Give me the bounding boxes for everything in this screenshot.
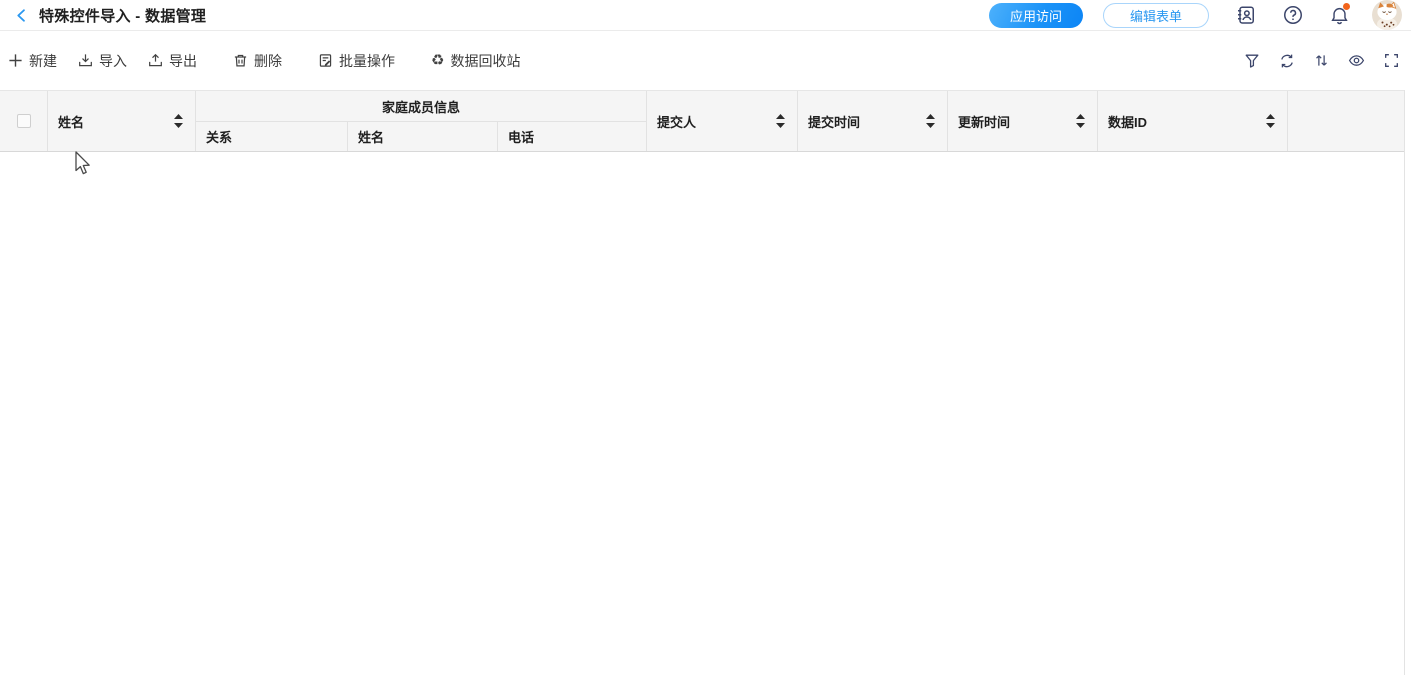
- page-title: 特殊控件导入 - 数据管理: [39, 5, 206, 26]
- export-button[interactable]: 导出: [148, 51, 197, 71]
- sort-toggle-icon[interactable]: [1266, 114, 1275, 128]
- table-tools: [1243, 52, 1401, 69]
- filter-funnel-icon[interactable]: [1243, 52, 1260, 69]
- sort-toggle-icon[interactable]: [926, 114, 935, 128]
- recycle-icon: ♻: [431, 53, 444, 68]
- titlebar-actions: 应用访问 编辑表单: [989, 0, 1402, 30]
- sort-toggle-icon[interactable]: [1076, 114, 1085, 128]
- scrollbar-gutter-divider: [1404, 90, 1405, 675]
- notification-dot: [1343, 3, 1350, 10]
- new-button[interactable]: 新建: [8, 51, 57, 71]
- edit-form-button[interactable]: 编辑表单: [1103, 3, 1209, 28]
- action-toolbar: 新建 导入 导出 删除: [0, 31, 1411, 90]
- sort-toggle-icon[interactable]: [776, 114, 785, 128]
- import-icon: [78, 53, 93, 68]
- table-body-empty: [0, 152, 1411, 675]
- fullscreen-icon[interactable]: [1383, 52, 1400, 69]
- trash-icon: [233, 53, 248, 68]
- column-header-submitter[interactable]: 提交人: [647, 91, 798, 151]
- back-chevron-icon: [14, 8, 29, 23]
- table-header: 姓名 家庭成员信息 关系 姓名 电话 提交人 提交时间 更新时间 数据ID: [0, 90, 1405, 152]
- sort-arrows-icon[interactable]: [1313, 52, 1330, 69]
- group-header-label: 家庭成员信息: [196, 91, 646, 122]
- user-avatar[interactable]: [1372, 0, 1402, 30]
- subcolumn-member-name[interactable]: 姓名: [347, 122, 497, 151]
- select-all-checkbox[interactable]: [17, 114, 31, 128]
- delete-button[interactable]: 删除: [233, 51, 282, 71]
- data-recycle-bin-button[interactable]: ♻ 数据回收站: [431, 51, 520, 71]
- title-bar: 特殊控件导入 - 数据管理 应用访问 编辑表单: [0, 0, 1411, 31]
- select-all-cell: [0, 91, 48, 151]
- contact-book-icon[interactable]: [1235, 5, 1256, 26]
- subcolumn-phone[interactable]: 电话: [497, 122, 646, 151]
- column-group-family-members: 家庭成员信息 关系 姓名 电话: [196, 91, 647, 151]
- help-icon[interactable]: [1282, 5, 1303, 26]
- eye-icon[interactable]: [1348, 52, 1365, 69]
- export-icon: [148, 53, 163, 68]
- lucky-cat-avatar-image: [1372, 0, 1402, 30]
- sort-toggle-icon[interactable]: [174, 114, 183, 128]
- back-button[interactable]: [12, 6, 30, 24]
- subcolumn-relation[interactable]: 关系: [196, 122, 347, 151]
- header-filler-cell: [1288, 91, 1405, 151]
- document-edit-icon: [318, 53, 333, 68]
- column-header-update-time[interactable]: 更新时间: [948, 91, 1098, 151]
- plus-icon: [8, 53, 23, 68]
- app-access-button[interactable]: 应用访问: [989, 3, 1083, 28]
- refresh-icon[interactable]: [1278, 52, 1295, 69]
- column-header-submit-time[interactable]: 提交时间: [798, 91, 948, 151]
- batch-operations-button[interactable]: 批量操作: [318, 51, 395, 71]
- import-button[interactable]: 导入: [78, 51, 127, 71]
- column-header-name[interactable]: 姓名: [48, 91, 196, 151]
- notifications-bell-icon[interactable]: [1329, 5, 1350, 26]
- column-header-data-id[interactable]: 数据ID: [1098, 91, 1288, 151]
